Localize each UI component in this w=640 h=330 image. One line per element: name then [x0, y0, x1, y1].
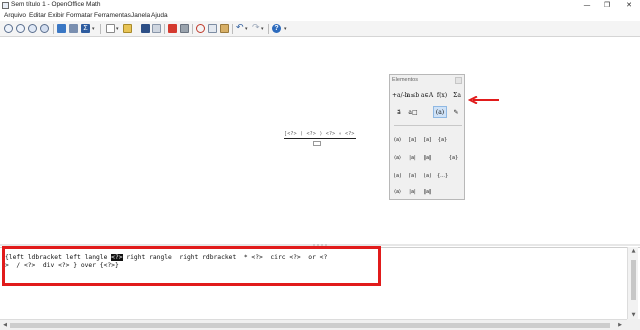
formula-document-area[interactable]: [<?> ⟨ <?> ⟩ <?> ∘ <?> ∨ <?> / <?> ÷ <?>… [0, 38, 640, 244]
horizontal-scrollbar[interactable]: ◀ ▶ [0, 319, 627, 330]
chevron-down-icon[interactable]: ▾ [245, 25, 250, 33]
standard-toolbar: Σ ▾ ▾ ↶ ▾ ↷ ▾ ? ▾ [0, 21, 640, 37]
scrollbar-corner [627, 319, 640, 330]
menu-arquivo[interactable]: Arquivo [4, 12, 26, 19]
red-arrow-annotation [468, 96, 499, 104]
symbol-braket[interactable]: {a} [448, 153, 459, 163]
category-functions[interactable]: f(x) [435, 90, 449, 102]
category-set-operations[interactable]: a∈A [420, 90, 434, 102]
save-icon[interactable] [141, 24, 150, 33]
minimize-button[interactable]: — [580, 0, 594, 11]
menu-ajuda[interactable]: Ajuda [151, 12, 168, 19]
category-attributes[interactable]: a⃗ [392, 107, 406, 119]
update-icon[interactable] [57, 24, 66, 33]
cut-icon[interactable] [196, 24, 205, 33]
help-icon[interactable]: ? [272, 24, 281, 33]
category-format[interactable]: a□ [406, 107, 420, 119]
category-relations[interactable]: a≤b [406, 90, 420, 102]
formula-numerator: [<?> ⟨ <?> ⟩ <?> ∘ <?> ∨ <?> / <?> ÷ <?>… [284, 131, 356, 139]
scroll-right-icon[interactable]: ▶ [616, 321, 624, 330]
close-icon[interactable] [455, 77, 462, 84]
toolbar-separator [100, 24, 101, 34]
panel-title: Elementos [392, 77, 418, 83]
menu-janela[interactable]: Janela [131, 12, 150, 19]
category-brackets[interactable]: (a) [433, 106, 447, 118]
close-button[interactable]: ✕ [622, 0, 636, 11]
symbol-abs[interactable]: |a| [407, 153, 418, 163]
print-icon[interactable] [180, 24, 189, 33]
export-pdf-icon[interactable] [168, 24, 177, 33]
paste-icon[interactable] [220, 24, 229, 33]
window-title: Sem título 1 - OpenOffice Math [11, 1, 101, 8]
symbol-ceil[interactable]: ⌈a⌉ [407, 171, 418, 181]
symbol-round-brackets[interactable]: (a) [392, 135, 403, 145]
elements-panel: Elementos +a/-b a≤b a∈A f(x) Σa a⃗ a□ (a… [389, 74, 465, 200]
show-all-icon[interactable] [40, 24, 49, 33]
new-icon[interactable] [106, 24, 115, 33]
symbols-icon[interactable]: Σ [81, 24, 90, 33]
toolbar-separator [268, 24, 269, 34]
zoom-out-icon[interactable] [16, 24, 25, 33]
category-others[interactable]: ✎ [449, 107, 463, 119]
symbol-double-square-brackets[interactable]: ⟦a⟧ [422, 135, 433, 145]
menu-ferramentas[interactable]: Ferramentas [94, 12, 131, 19]
chevron-down-icon[interactable]: ▾ [92, 25, 97, 33]
scroll-thumb[interactable] [10, 323, 610, 328]
maximize-button[interactable]: ❐ [600, 0, 614, 11]
chevron-down-icon[interactable]: ▾ [116, 25, 121, 33]
undo-icon[interactable]: ↶ [236, 24, 245, 33]
symbol-norm[interactable]: ‖a‖ [422, 153, 433, 163]
open-icon[interactable] [123, 24, 132, 33]
menu-editar[interactable]: Editar [29, 12, 46, 19]
symbol-square-brackets[interactable]: [a] [407, 135, 418, 145]
toolbar-separator [192, 24, 193, 34]
scroll-thumb[interactable] [631, 260, 636, 300]
edit-file-icon[interactable] [152, 24, 161, 33]
zoom-in-icon[interactable] [4, 24, 13, 33]
redo-icon[interactable]: ↷ [252, 24, 261, 33]
chevron-down-icon[interactable]: ▾ [284, 25, 289, 33]
symbol-floor[interactable]: ⌊a⌋ [392, 171, 403, 181]
toolbar-separator [164, 24, 165, 34]
symbol-scalable-round[interactable]: ⟨a⟩ [392, 187, 403, 197]
symbol-scalable-brace[interactable]: {...} [437, 171, 448, 181]
symbol-scalable-norm[interactable]: ‖a‖ [422, 187, 433, 197]
menu-formatar[interactable]: Formatar [66, 12, 92, 19]
chevron-down-icon[interactable]: ▾ [261, 25, 266, 33]
symbol-braces[interactable]: {a} [437, 135, 448, 145]
scroll-up-icon[interactable]: ▲ [628, 247, 639, 255]
category-operators[interactable]: Σa [450, 90, 464, 102]
vertical-scrollbar[interactable]: ▲ ▼ [627, 247, 638, 319]
menu-bar: Arquivo Editar Exibir Formatar Ferrament… [0, 11, 640, 21]
red-highlight-box [2, 246, 381, 286]
formula-cursor-icon[interactable] [69, 24, 78, 33]
panel-divider [394, 125, 462, 126]
zoom-100-icon[interactable] [28, 24, 37, 33]
toolbar-separator [232, 24, 233, 34]
category-unary-binary-operators[interactable]: +a/-b [392, 90, 409, 102]
symbol-floor-alt[interactable]: ⌊a⌋ [422, 171, 433, 181]
formula-denominator-placeholder [313, 141, 321, 146]
title-bar: Sem título 1 - OpenOffice Math — ❐ ✕ [0, 0, 640, 11]
symbol-scalable-abs[interactable]: |a| [407, 187, 418, 197]
copy-icon[interactable] [208, 24, 217, 33]
menu-exibir[interactable]: Exibir [48, 12, 64, 19]
scroll-left-icon[interactable]: ◀ [1, 321, 9, 330]
toolbar-separator [53, 24, 54, 34]
app-icon [2, 2, 9, 9]
symbol-angle-brackets[interactable]: ⟨a⟩ [392, 153, 403, 163]
scroll-down-icon[interactable]: ▼ [628, 311, 639, 319]
